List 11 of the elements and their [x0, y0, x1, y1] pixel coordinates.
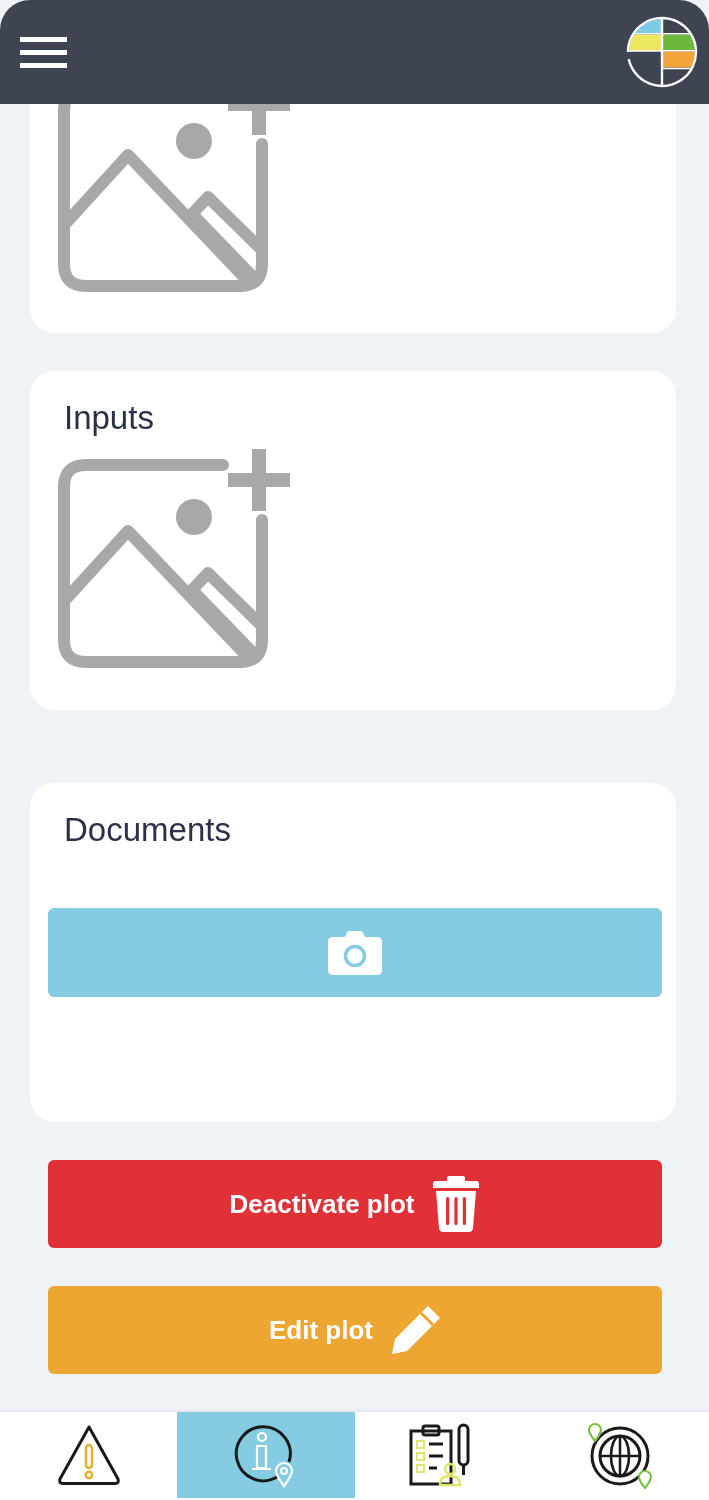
logo-icon: [626, 16, 698, 88]
warning-icon: [56, 1424, 121, 1486]
pencil-icon: [391, 1305, 441, 1355]
camera-icon: [327, 929, 383, 976]
globe-icon: [586, 1421, 655, 1489]
trash-icon: [432, 1175, 481, 1233]
nav-tab[interactable]: [177, 1412, 355, 1498]
menu-icon[interactable]: [20, 36, 67, 68]
section-title: Inputs: [64, 398, 154, 438]
section-title: Documents: [64, 810, 231, 850]
deactivate-button[interactable]: Deactivate plot: [48, 1160, 662, 1248]
